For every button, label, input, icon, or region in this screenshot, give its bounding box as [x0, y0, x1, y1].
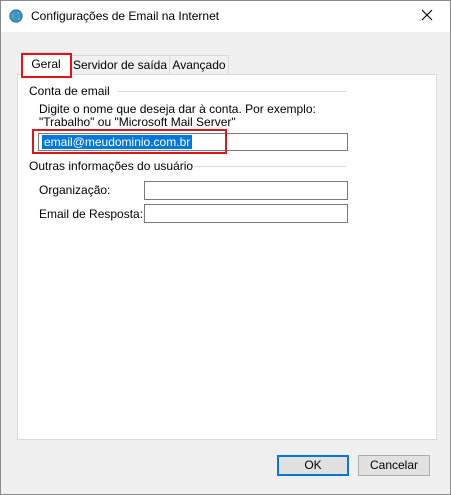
- tab-avancado[interactable]: Avançado: [169, 55, 229, 75]
- cancel-button-label: Cancelar: [369, 458, 419, 472]
- group-label-conta-de-email: Conta de email: [29, 84, 114, 98]
- group-divider: [194, 166, 346, 167]
- cancel-button[interactable]: Cancelar: [358, 455, 430, 476]
- reply-email-label: Email de Resposta:: [39, 207, 144, 221]
- tab-panel-geral: Conta de email Digite o nome que deseja …: [17, 74, 437, 440]
- organization-label: Organização:: [39, 183, 111, 197]
- globe-mail-icon: [9, 9, 23, 23]
- close-button[interactable]: [404, 1, 450, 32]
- tab-servidor-de-saida[interactable]: Servidor de saída: [69, 55, 171, 75]
- tab-geral-label: Geral: [31, 57, 61, 71]
- tab-avancado-label: Avançado: [172, 58, 226, 72]
- account-name-value: email@meudominio.com.br: [42, 135, 193, 149]
- close-icon: [421, 9, 433, 24]
- group-divider: [118, 91, 346, 92]
- ok-button-label: OK: [304, 458, 322, 472]
- email-settings-dialog: Configurações de Email na Internet Geral…: [0, 0, 451, 495]
- tab-servidor-de-saida-label: Servidor de saída: [72, 58, 168, 72]
- group-label-outras-informacoes: Outras informações do usuário: [29, 159, 198, 173]
- title-bar: Configurações de Email na Internet: [1, 1, 450, 32]
- reply-email-input[interactable]: [144, 204, 348, 223]
- account-name-description-line2: "Trabalho" ou "Microsoft Mail Server": [39, 115, 236, 129]
- tab-geral[interactable]: Geral: [21, 52, 71, 76]
- organization-input[interactable]: [144, 181, 348, 200]
- window-title: Configurações de Email na Internet: [31, 9, 220, 23]
- ok-button[interactable]: OK: [277, 455, 349, 476]
- account-name-input[interactable]: email@meudominio.com.br: [38, 133, 348, 151]
